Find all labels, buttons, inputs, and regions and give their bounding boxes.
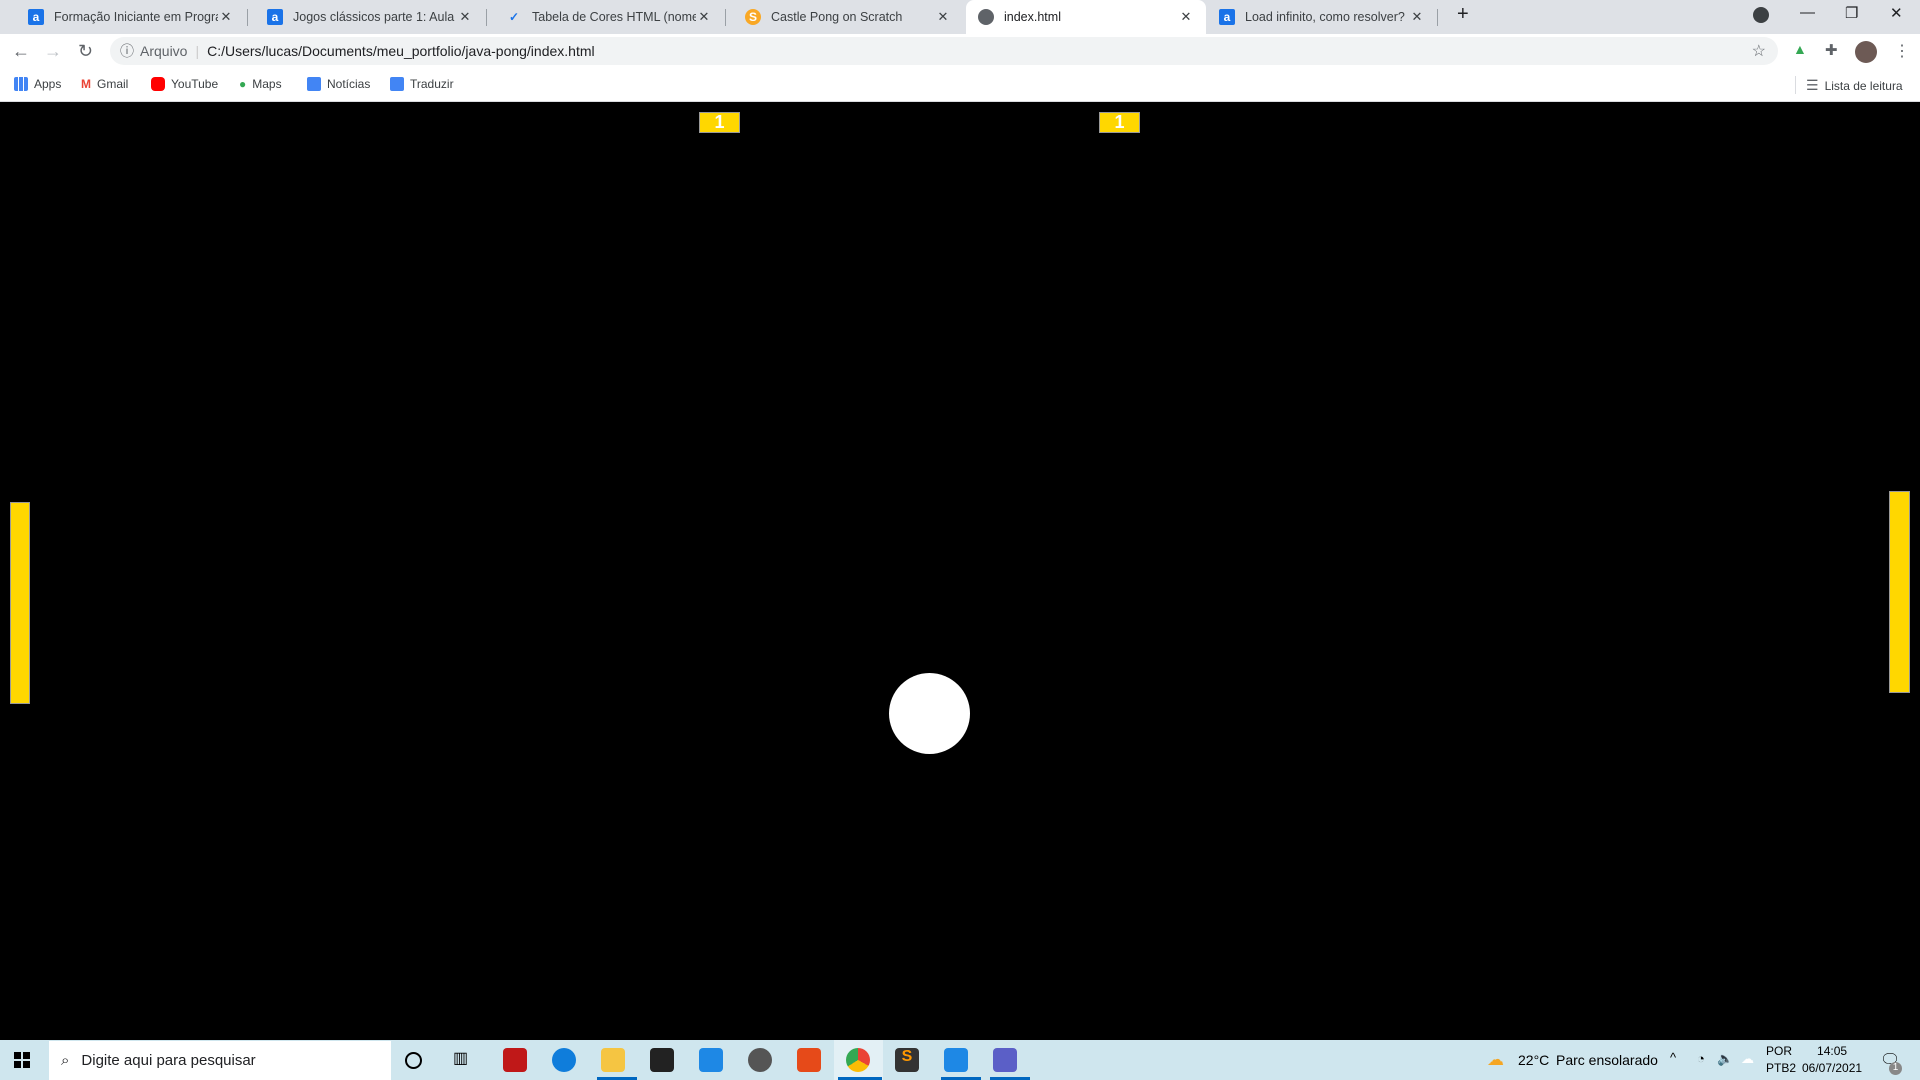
wifi-icon[interactable]: ◔ [1697,1051,1705,1066]
news-icon [307,77,321,91]
url-text: C:/Users/lucas/Documents/meu_portfolio/j… [207,43,595,59]
office-icon[interactable] [797,1048,821,1072]
chrome-icon[interactable] [846,1048,870,1072]
tab-formacao[interactable]: aFormação Iniciante em Programação✕ [16,0,246,34]
minimize-button[interactable]: — [1800,4,1815,21]
close-tab-icon[interactable]: ✕ [1409,9,1425,25]
alura-icon: a [1219,9,1235,25]
bookmark-apps[interactable]: Apps [14,77,61,91]
tab-castle-pong[interactable]: S Castle Pong on Scratch ✕ [733,0,963,34]
toolbar: ← → ↻ ⓘ Arquivo | C:/Users/lucas/Documen… [0,34,1920,68]
bookmark-traduzir[interactable]: Traduzir [390,77,454,91]
windows-start-icon[interactable] [14,1052,30,1068]
bookmark-maps[interactable]: ● Maps [239,77,282,91]
ball [889,673,970,754]
new-tab-button[interactable]: + [1457,3,1469,26]
apps-grid-icon [14,77,28,91]
clock[interactable]: 14:05 06/07/2021 [1802,1044,1862,1075]
tab-jogos[interactable]: aJogos clássicos parte 1: Aula 5 - Ativi… [255,0,485,34]
store-icon[interactable] [650,1048,674,1072]
search-icon: ⌕ [61,1052,70,1069]
chevron-up-icon[interactable]: ^ [1670,1050,1676,1065]
youtube-icon [151,77,165,91]
bookmark-gmail[interactable]: M Gmail [81,77,128,91]
pong-canvas[interactable]: 1 1 [0,102,1920,1040]
reading-list-icon: ☰ [1806,77,1819,93]
forward-button[interactable]: → [44,41,62,62]
swoosh-icon: ✓ [508,10,520,24]
taskbar: ⌕ Digite aqui para pesquisar ▥ S ☁ 22°C P… [0,1040,1920,1080]
tab-load-infinito[interactable]: aLoad infinito, como resolver? | Jogos✕ [1207,0,1437,34]
close-tab-icon[interactable]: ✕ [1178,9,1194,25]
vscode-icon[interactable] [944,1048,968,1072]
translate-icon [390,77,404,91]
gmail-icon: M [81,77,91,91]
reading-list-button[interactable]: ☰ Lista de leitura [1806,77,1903,94]
right-paddle [1889,491,1910,693]
onedrive-icon[interactable]: ☁ [1741,1051,1754,1067]
weather-temp[interactable]: 22°C [1518,1052,1549,1068]
taskbar-search[interactable]: ⌕ Digite aqui para pesquisar [49,1041,391,1080]
menu-icon[interactable]: ⋮ [1894,41,1910,61]
alura-icon: a [28,9,44,25]
info-icon: ⓘ [120,43,134,59]
divider [486,9,487,26]
file-explorer-icon[interactable] [601,1048,625,1072]
bookmark-youtube[interactable]: YouTube [151,77,218,91]
reload-button[interactable]: ↻ [78,41,93,62]
task-view-icon[interactable]: ▥ [453,1048,477,1072]
teams-icon[interactable] [993,1048,1017,1072]
score-right: 1 [1099,112,1140,133]
mcafee-icon[interactable] [503,1048,527,1072]
scheme-label: Arquivo [140,43,188,59]
tab-search-button[interactable] [1753,7,1769,23]
app-icon[interactable] [748,1048,772,1072]
maximize-button[interactable]: ❐ [1845,4,1858,22]
alura-icon: a [267,9,283,25]
divider [1437,9,1438,26]
back-button[interactable]: ← [12,41,30,62]
divider [725,9,726,26]
weather-desc[interactable]: Parc ensolarado [1556,1052,1658,1068]
divider [247,9,248,26]
sublime-icon[interactable]: S [895,1048,919,1072]
tab-tabela-cores[interactable]: ✓Tabela de Cores HTML (nome, hex)✕ [494,0,724,34]
cortana-icon[interactable] [405,1052,422,1069]
language-indicator[interactable]: POR PTB2 [1766,1044,1796,1075]
close-tab-icon[interactable]: ✕ [935,9,951,25]
maps-pin-icon: ● [239,77,247,91]
star-icon[interactable]: ☆ [1752,41,1766,61]
tab-strip: aFormação Iniciante em Programação✕ aJog… [0,0,1920,34]
bookmarks-bar: Apps M Gmail YouTube ● Maps Notícias Tradu… [0,68,1920,102]
globe-icon [978,9,994,25]
edge-icon[interactable] [552,1048,576,1072]
address-bar[interactable]: ⓘ Arquivo | C:/Users/lucas/Documents/meu… [110,37,1778,65]
notification-badge: 1 [1889,1062,1902,1075]
avatar[interactable] [1855,41,1877,63]
scratch-icon: S [745,9,761,25]
mail-icon[interactable] [699,1048,723,1072]
google-drive-icon[interactable]: ▲ [1793,41,1807,57]
extensions-icon[interactable]: ✚ [1825,41,1838,59]
weather-icon: ☁ [1487,1050,1504,1069]
bookmark-noticias[interactable]: Notícias [307,77,370,91]
close-tab-icon[interactable]: ✕ [218,9,234,25]
close-tab-icon[interactable]: ✕ [457,9,473,25]
close-window-button[interactable]: ✕ [1890,4,1903,22]
tab-index[interactable]: index.html ✕ [966,0,1206,34]
close-tab-icon[interactable]: ✕ [696,9,712,25]
volume-icon[interactable]: 🔈 [1717,1051,1733,1067]
score-left: 1 [699,112,740,133]
left-paddle [10,502,30,704]
